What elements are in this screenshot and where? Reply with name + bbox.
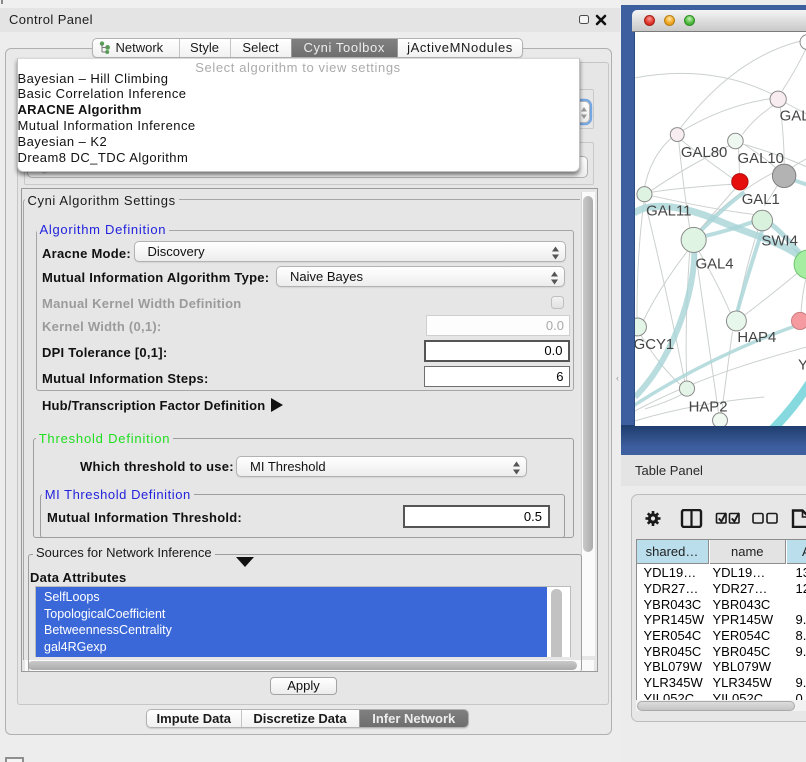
svg-text:HAP2: HAP2 <box>688 399 727 415</box>
svg-text:SWI4: SWI4 <box>761 233 797 249</box>
svg-text:HAP4: HAP4 <box>737 329 776 345</box>
svg-text:Y: Y <box>798 357 806 373</box>
svg-text:GAL80: GAL80 <box>680 144 726 160</box>
svg-text:GAL1: GAL1 <box>741 192 779 208</box>
svg-text:GAL11: GAL11 <box>646 203 691 219</box>
svg-text:GAL4: GAL4 <box>695 256 733 272</box>
svg-text:GAL7: GAL7 <box>779 108 806 124</box>
svg-text:GAL10: GAL10 <box>737 150 783 166</box>
svg-text:GCY1: GCY1 <box>634 336 674 352</box>
